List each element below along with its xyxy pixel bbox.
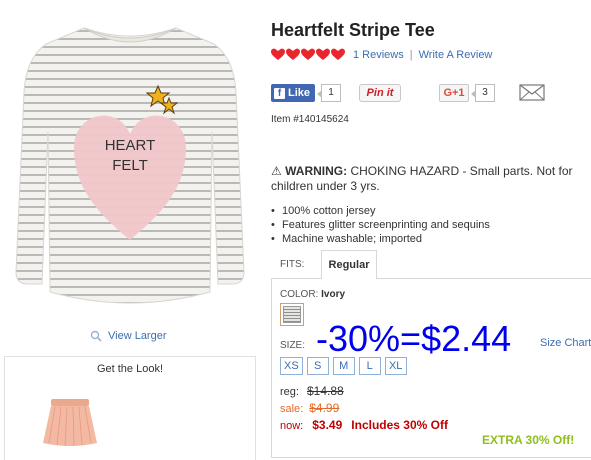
heart-icon [286,48,300,60]
choking-warning: ⚠ WARNING: CHOKING HAZARD - Small parts.… [271,164,591,194]
overlay-price-annotation: -30%=$2.44 [316,318,512,359]
rating-hearts [271,48,345,61]
facebook-icon: f [274,87,285,99]
fits-label: FITS: [280,259,305,270]
color-label: COLOR: Ivory [280,289,345,300]
google-plus: G+1 3 [439,84,495,102]
separator: | [409,48,413,61]
facebook-like-button[interactable]: f Like [271,84,316,102]
feature-item: Machine washable; imported [271,232,490,246]
magnifier-icon [90,330,102,342]
now-price: now: $3.49 Includes 30% Off [280,418,448,432]
sale-price-label: sale: [280,403,304,415]
facebook-like-label: Like [288,87,311,99]
heart-icon [301,48,315,60]
get-the-look-title: Get the Look! [96,363,164,375]
warning-label: WARNING: [285,164,348,178]
product-image[interactable]: HEART FELT [14,22,246,318]
feature-item: Features glitter screenprinting and sequ… [271,218,490,232]
write-review-link[interactable]: Write A Review [419,49,493,61]
extra-off-badge: EXTRA 30% Off! [482,433,575,447]
size-chart-link[interactable]: Size Chart [540,337,591,349]
get-the-look-panel: Get the Look! [4,356,256,460]
share-row: f Like 1 Pin it G+1 3 [271,82,571,104]
rating-row: 1 Reviews | Write A Review [271,48,492,61]
tutu-skirt-thumbnail[interactable] [41,397,99,447]
google-plus-button[interactable]: G+1 [439,84,469,102]
color-swatch-ivory[interactable] [280,303,304,326]
google-plus-count: 3 [471,84,495,102]
warning-icon: ⚠ [271,164,282,178]
view-larger-link[interactable]: View Larger [90,330,167,342]
fits-tabs: FITS: Regular [271,248,591,279]
color-value: Ivory [321,289,346,300]
swatch-pattern [283,306,301,323]
heart-icon [331,48,345,60]
heart-icon [316,48,330,60]
view-larger-label: View Larger [108,330,167,342]
size-label: SIZE: [280,340,306,351]
now-price-value: $3.49 [312,418,343,432]
facebook-like: f Like 1 [271,84,342,102]
regular-price-label: reg: [280,386,299,398]
item-number: Item #140145624 [271,114,349,125]
options-panel: COLOR: Ivory SIZE: Size Chart XS S M L X… [271,278,591,458]
regular-price-value: $14.88 [306,384,344,398]
facebook-like-count: 1 [317,84,342,102]
shirt-print-felt: FELT [112,157,148,174]
color-label-text: COLOR: [280,289,319,300]
shirt-print-heart: HEART [105,137,156,154]
feature-list: 100% cotton jersey Features glitter scre… [271,204,490,246]
heart-icon [271,48,285,60]
pinterest-button[interactable]: Pin it [359,84,401,102]
feature-item: 100% cotton jersey [271,204,490,218]
now-price-note: Includes 30% Off [351,418,448,432]
product-title: Heartfelt Stripe Tee [271,20,435,40]
tab-regular[interactable]: Regular [321,250,377,279]
sale-price-value: $4.99 [309,401,340,415]
now-price-label: now: [280,420,304,432]
regular-price: reg: $14.88 [280,384,344,398]
reviews-link[interactable]: 1 Reviews [353,49,404,61]
sale-price: sale: $4.99 [280,401,339,415]
envelope-icon[interactable] [519,84,545,101]
size-button-xs[interactable]: XS [280,357,303,375]
